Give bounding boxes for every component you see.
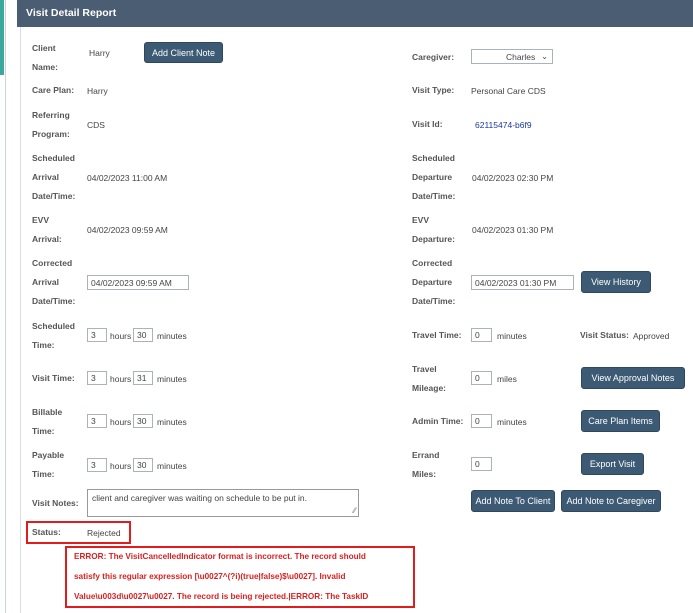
care-plan-label: Care Plan: <box>32 85 75 95</box>
billable-minutes-unit: minutes <box>157 417 187 427</box>
visit-minutes-input[interactable]: 31 <box>133 371 153 385</box>
payable-time-label: Payable Time: <box>32 450 65 479</box>
scheduled-arrival-value: 04/02/2023 11:00 AM <box>87 173 168 183</box>
left-border-line <box>5 0 6 613</box>
scheduled-minutes-unit: minutes <box>157 331 187 341</box>
visit-status-value: Approved <box>633 331 670 341</box>
visit-hours-input[interactable]: 3 <box>87 371 107 385</box>
add-note-to-client-button[interactable]: Add Note To Client <box>471 490 555 512</box>
evv-departure-value: 04/02/2023 01:30 PM <box>472 225 554 235</box>
report-header: Visit Detail Report <box>17 0 693 27</box>
client-name-value: Harry <box>89 48 110 58</box>
add-client-note-button[interactable]: Add Client Note <box>144 42 223 63</box>
status-label: Status: <box>32 527 61 537</box>
travel-time-label: Travel Time: <box>412 330 462 340</box>
view-history-button[interactable]: View History <box>581 271 651 293</box>
chevron-down-icon: ⌄ <box>541 52 548 61</box>
billable-time-label: Billable Time: <box>32 407 63 436</box>
error-line-3: Value\u003d\u0027\u0027. The record is b… <box>74 592 369 601</box>
caregiver-select-value: Charles <box>506 51 536 62</box>
corrected-departure-input[interactable]: 04/02/2023 01:30 PM <box>471 275 574 290</box>
payable-minutes-input[interactable]: 30 <box>133 458 153 472</box>
billable-hours-input[interactable]: 3 <box>87 414 107 428</box>
visit-type-label: Visit Type: <box>412 85 455 95</box>
visit-minutes-unit: minutes <box>157 374 187 384</box>
client-name-label: Client Name: <box>32 43 58 72</box>
panel-border <box>20 27 21 613</box>
resize-handle-icon: ∕∕ <box>353 506 356 515</box>
add-note-to-caregiver-button[interactable]: Add Note to Caregiver <box>561 490 661 512</box>
corrected-arrival-label: Corrected Arrival Date/Time: <box>32 258 76 306</box>
visit-status-label: Visit Status: <box>580 330 629 340</box>
admin-time-unit: minutes <box>497 417 527 427</box>
visit-notes-textarea[interactable]: client and caregiver was waiting on sche… <box>87 489 359 517</box>
care-plan-items-button[interactable]: Care Plan Items <box>581 410 660 432</box>
scheduled-time-label: Scheduled Time: <box>32 321 75 350</box>
travel-mileage-input[interactable]: 0 <box>471 371 492 385</box>
status-value: Rejected <box>87 528 121 538</box>
visit-id-label: Visit Id: <box>412 119 443 129</box>
travel-time-input[interactable]: 0 <box>471 328 492 342</box>
scheduled-departure-label: Scheduled Departure Date/Time: <box>412 153 456 201</box>
error-line-1: ERROR: The VisitCancelledIndicator forma… <box>74 552 366 561</box>
view-approval-notes-button[interactable]: View Approval Notes <box>581 367 685 389</box>
referring-program-label: Referring Program: <box>32 110 70 139</box>
caregiver-select[interactable]: Charles ⌄ <box>471 49 553 64</box>
travel-time-unit: minutes <box>497 331 527 341</box>
travel-mileage-unit: miles <box>497 374 517 384</box>
visit-hours-unit: hours <box>110 374 132 384</box>
payable-hours-unit: hours <box>110 461 132 471</box>
payable-minutes-unit: minutes <box>157 461 187 471</box>
error-line-2: satisfy this regular expression [\u0027^… <box>74 572 346 581</box>
evv-arrival-label: EVV Arrival: <box>32 215 62 244</box>
corrected-arrival-input[interactable]: 04/02/2023 09:59 AM <box>87 275 189 290</box>
scheduled-hours-unit: hours <box>110 331 132 341</box>
errand-miles-label: Errand Miles: <box>412 450 440 479</box>
visit-type-value: Personal Care CDS <box>471 86 546 96</box>
admin-time-label: Admin Time: <box>412 416 464 426</box>
scheduled-arrival-label: Scheduled Arrival Date/Time: <box>32 153 76 201</box>
referring-program-value: CDS <box>87 120 105 130</box>
visit-notes-text: client and caregiver was waiting on sche… <box>92 493 307 503</box>
evv-departure-label: EVV Departure: <box>412 215 455 244</box>
visit-id-value: 62115474-b6f9 <box>475 120 532 130</box>
care-plan-value: Harry <box>87 86 108 96</box>
scheduled-departure-value: 04/02/2023 02:30 PM <box>472 173 554 183</box>
admin-time-input[interactable]: 0 <box>471 414 492 428</box>
billable-hours-unit: hours <box>110 417 132 427</box>
teal-accent-strip <box>0 0 4 75</box>
page-title: Visit Detail Report <box>26 7 117 19</box>
travel-mileage-label: Travel Mileage: <box>412 364 447 393</box>
scheduled-minutes-input[interactable]: 30 <box>133 328 153 342</box>
corrected-departure-label: Corrected Departure Date/Time: <box>412 258 456 306</box>
visit-time-label: Visit Time: <box>32 373 75 383</box>
evv-arrival-value: 04/02/2023 09:59 AM <box>87 225 168 235</box>
visit-notes-label: Visit Notes: <box>32 498 79 508</box>
payable-hours-input[interactable]: 3 <box>87 458 107 472</box>
caregiver-label: Caregiver: <box>412 52 455 62</box>
errand-miles-input[interactable]: 0 <box>471 457 492 471</box>
scheduled-hours-input[interactable]: 3 <box>87 328 107 342</box>
export-visit-button[interactable]: Export Visit <box>581 453 644 475</box>
billable-minutes-input[interactable]: 30 <box>133 414 153 428</box>
